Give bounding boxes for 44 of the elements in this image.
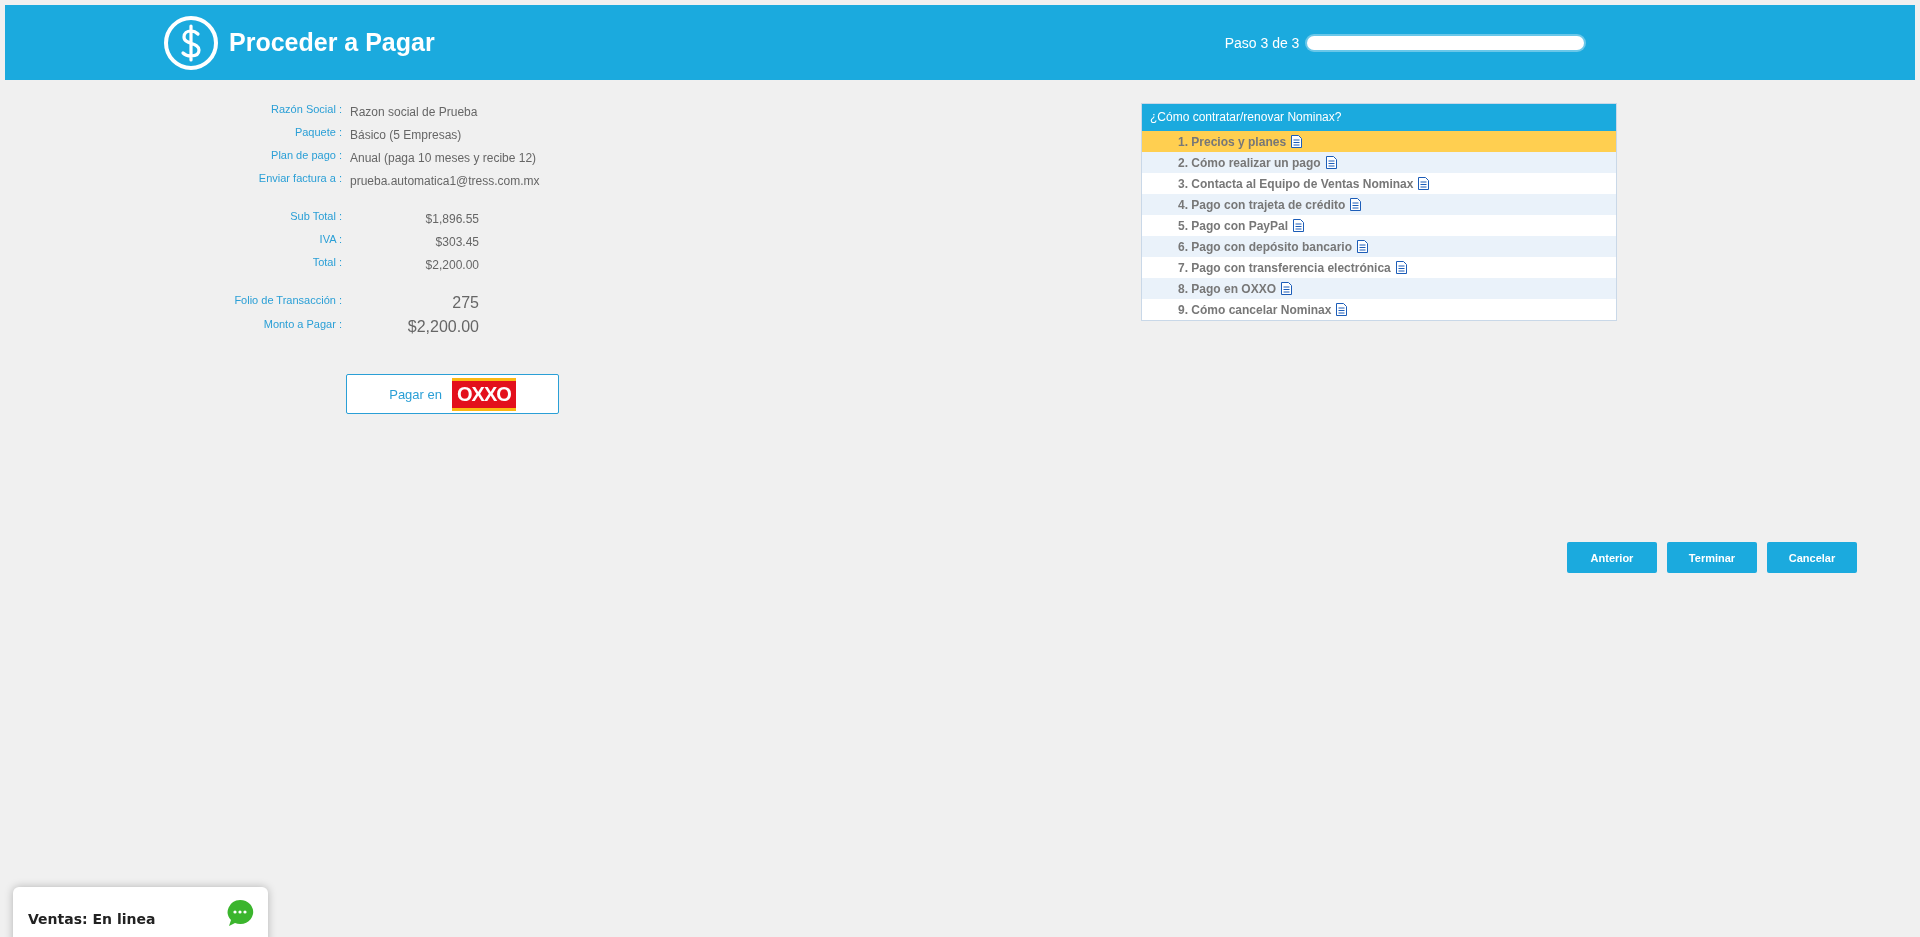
action-button[interactable]: Terminar <box>1667 542 1757 573</box>
document-icon <box>1291 135 1303 148</box>
chat-label: Ventas: En linea <box>28 911 156 927</box>
document-icon <box>1325 156 1337 169</box>
field-value: Básico (5 Empresas) <box>350 128 463 142</box>
document-icon <box>1350 198 1362 211</box>
help-item[interactable]: 1. Precios y planes <box>1142 131 1616 152</box>
document-icon <box>1395 261 1407 274</box>
field-label: Paquete : <box>293 126 342 138</box>
panel-title: ¿Cómo contratar/renovar Nominax? <box>1142 104 1616 131</box>
field-value: Razon social de Prueba <box>350 105 479 119</box>
dollar-icon <box>163 14 219 71</box>
field-label: Total : <box>311 256 342 268</box>
field-label: IVA : <box>318 233 342 245</box>
document-icon <box>1418 177 1430 190</box>
amount-value: $1,896.55 <box>424 212 479 226</box>
chat-widget[interactable]: Ventas: En linea <box>13 887 268 937</box>
help-item[interactable]: 2. Cómo realizar un pago <box>1142 152 1616 173</box>
document-icon <box>1281 282 1293 295</box>
help-item[interactable]: 8. Pago en OXXO <box>1142 278 1616 299</box>
chat-bubble-icon <box>226 899 254 927</box>
document-icon <box>1336 303 1348 316</box>
step-label: Paso 3 de 3 <box>1224 34 1300 51</box>
amount-value: $2,200.00 <box>406 318 479 336</box>
document-icon <box>1357 240 1369 253</box>
action-button[interactable]: Cancelar <box>1767 542 1857 573</box>
amount-value: 275 <box>451 294 479 312</box>
pay-button[interactable]: Pagar en OXXO <box>346 374 559 414</box>
field-label: Razón Social : <box>270 103 342 115</box>
help-item[interactable]: 4. Pago con trajeta de crédito <box>1142 194 1616 215</box>
field-value: Anual (paga 10 meses y recibe 12) <box>350 151 538 165</box>
help-item[interactable]: 6. Pago con depósito bancario <box>1142 236 1616 257</box>
field-label: Plan de pago : <box>270 149 342 161</box>
action-button[interactable]: Anterior <box>1567 542 1657 573</box>
field-label: Folio de Transacción : <box>233 294 342 306</box>
field-label: Sub Total : <box>289 210 342 222</box>
page-title: Proceder a Pagar <box>229 28 435 57</box>
store-logo: OXXO <box>452 377 516 411</box>
field-label: Monto a Pagar : <box>262 318 342 330</box>
document-icon <box>1293 219 1305 232</box>
amount-value: $303.45 <box>434 235 479 249</box>
field-value: prueba.automatica1@tress.com.mx <box>350 174 540 188</box>
field-label: Enviar factura a : <box>257 172 342 184</box>
amount-value: $2,200.00 <box>424 258 479 272</box>
